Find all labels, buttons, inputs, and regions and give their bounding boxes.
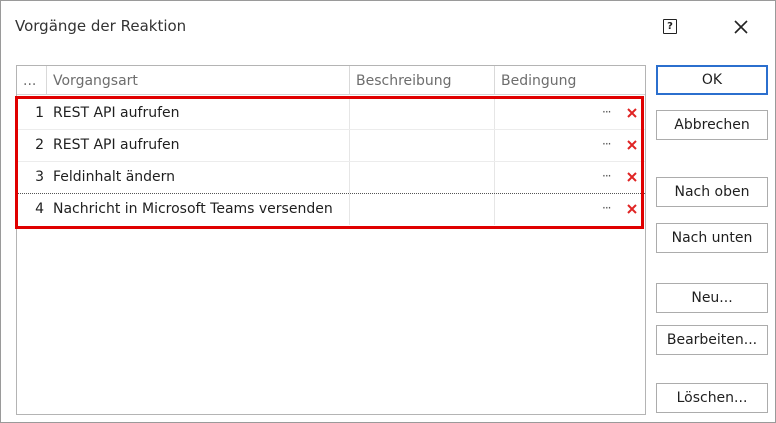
row-description[interactable] [350, 194, 495, 225]
row-description[interactable] [350, 98, 495, 129]
row-number: 1 [35, 105, 44, 121]
ellipsis-icon[interactable]: ··· [602, 169, 616, 183]
table-row[interactable]: 3 Feldinhalt ändern ··· [17, 162, 645, 194]
delete-row-button[interactable] [625, 202, 639, 216]
row-type[interactable]: Feldinhalt ändern [47, 162, 350, 193]
grid-header: ... Vorgangsart Beschreibung Bedingung [17, 66, 645, 95]
delete-button[interactable]: Löschen... [656, 383, 768, 413]
delete-row-button[interactable] [625, 170, 639, 184]
table-row[interactable]: 2 REST API aufrufen ··· [17, 130, 645, 162]
delete-icon [627, 204, 637, 214]
delete-row-button[interactable] [625, 106, 639, 120]
delete-row-button[interactable] [625, 138, 639, 152]
close-icon [734, 20, 748, 34]
ellipsis-icon[interactable]: ··· [602, 137, 616, 151]
cancel-button[interactable]: Abbrechen [656, 110, 768, 140]
row-condition[interactable] [495, 130, 645, 161]
delete-icon [627, 108, 637, 118]
help-icon: ? [663, 18, 677, 34]
move-down-button[interactable]: Nach unten [656, 223, 768, 253]
column-header-beschreibung[interactable]: Beschreibung [350, 66, 495, 94]
table-row[interactable]: 1 REST API aufrufen ··· [17, 98, 645, 130]
delete-icon [627, 140, 637, 150]
row-number: 4 [35, 201, 44, 217]
column-header-bedingung[interactable]: Bedingung [495, 66, 645, 94]
new-button[interactable]: Neu... [656, 283, 768, 313]
close-button[interactable] [727, 13, 755, 41]
ellipsis-icon[interactable]: ··· [602, 105, 616, 119]
row-description[interactable] [350, 130, 495, 161]
dialog-window: Vorgänge der Reaktion ? ... Vorgangsart … [0, 0, 776, 423]
help-button[interactable]: ? [659, 15, 681, 37]
row-type[interactable]: Nachricht in Microsoft Teams versenden [47, 194, 350, 225]
column-header-index[interactable]: ... [17, 66, 47, 94]
ellipsis-icon[interactable]: ··· [602, 201, 616, 215]
move-up-button[interactable]: Nach oben [656, 177, 768, 207]
edit-button[interactable]: Bearbeiten... [656, 325, 768, 355]
dialog-title: Vorgänge der Reaktion [15, 17, 187, 35]
row-condition[interactable] [495, 162, 645, 193]
row-condition[interactable] [495, 98, 645, 129]
row-condition[interactable] [495, 194, 645, 225]
row-number: 3 [35, 169, 44, 185]
actions-grid[interactable]: ... Vorgangsart Beschreibung Bedingung 1… [16, 65, 646, 415]
ok-button[interactable]: OK [656, 65, 768, 95]
row-number: 2 [35, 137, 44, 153]
row-type[interactable]: REST API aufrufen [47, 130, 350, 161]
row-description[interactable] [350, 162, 495, 193]
row-type[interactable]: REST API aufrufen [47, 98, 350, 129]
title-bar: Vorgänge der Reaktion ? [1, 1, 775, 51]
delete-icon [627, 172, 637, 182]
column-header-vorgangsart[interactable]: Vorgangsart [47, 66, 350, 94]
table-row[interactable]: 4 Nachricht in Microsoft Teams versenden… [17, 194, 645, 225]
